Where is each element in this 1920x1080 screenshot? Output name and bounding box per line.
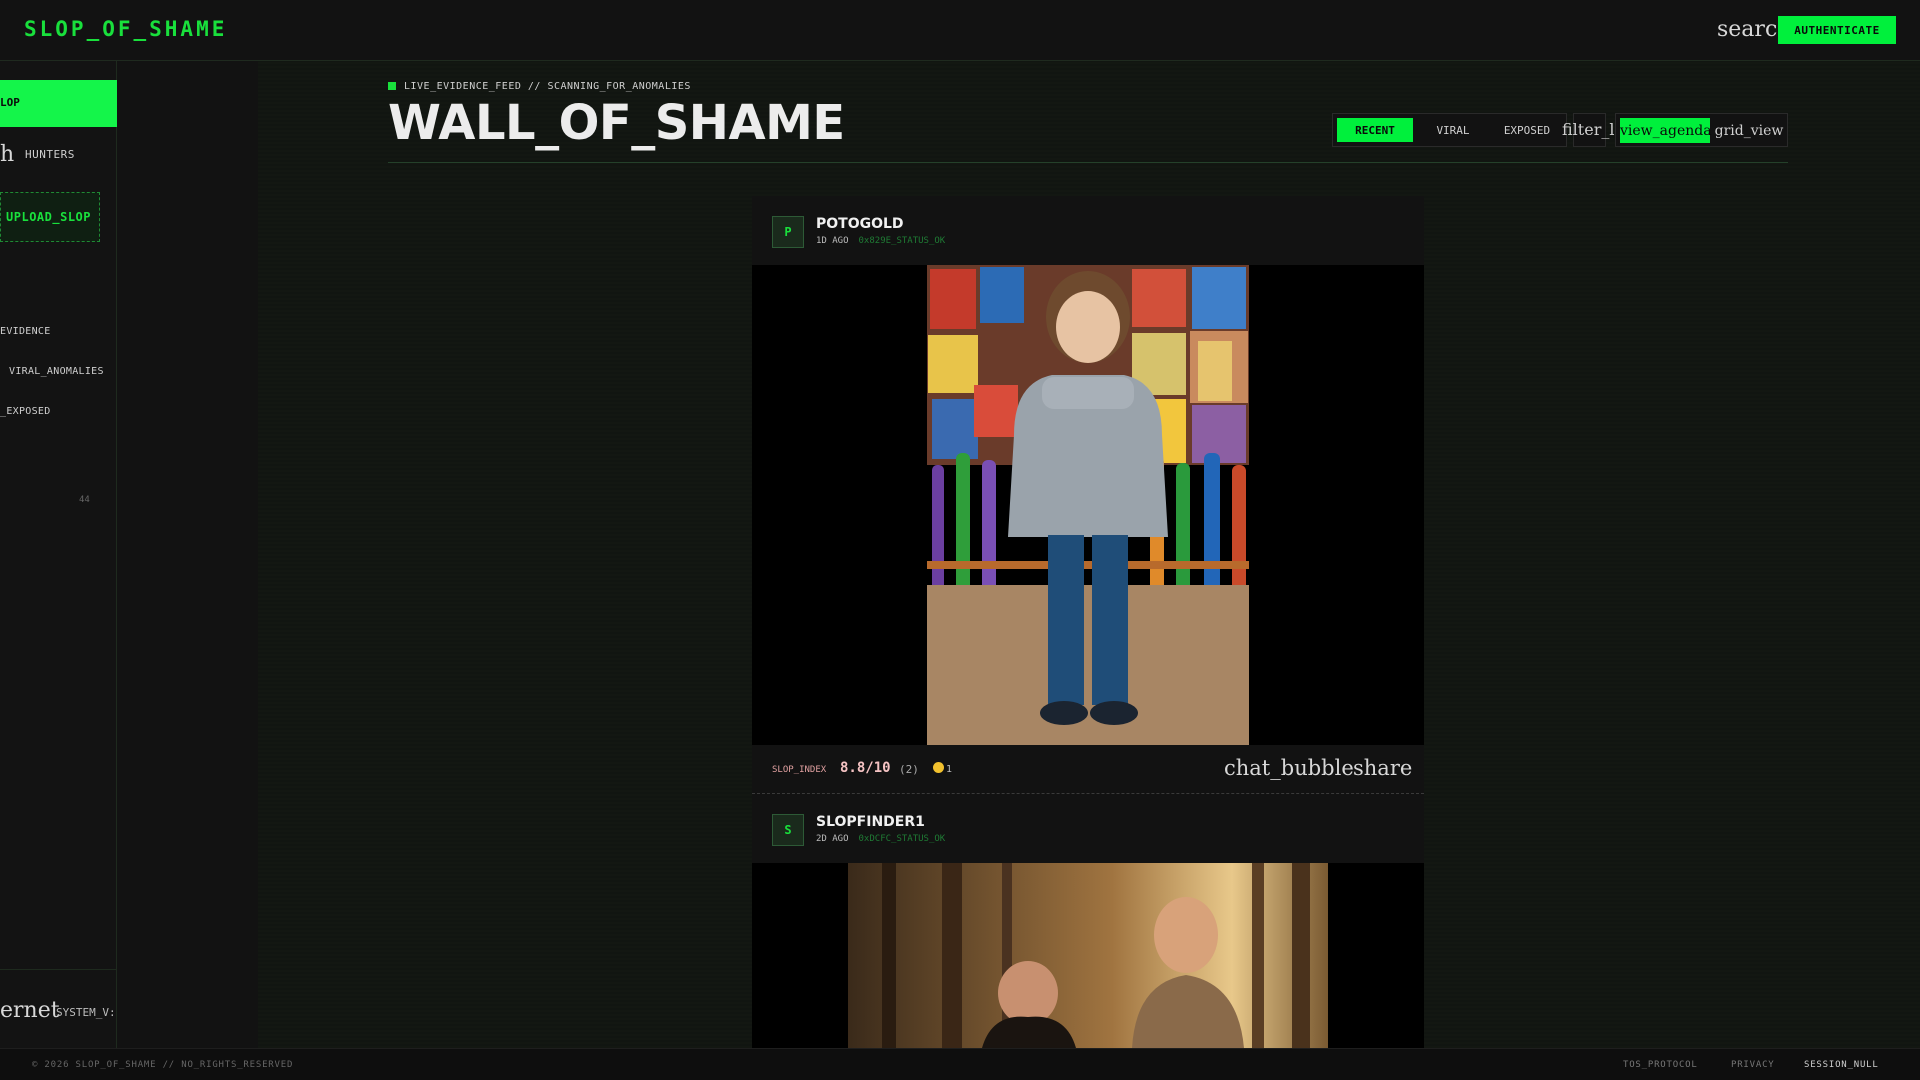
sidebar-system: ernet SYSTEM_V: [0,969,117,1048]
sidebar-link-exposed[interactable]: _EXPOSED [0,406,117,417]
footer-link-privacy[interactable]: PRIVACY [1731,1060,1775,1070]
sidebar-count: 44 [79,495,90,505]
footer-link-tos[interactable]: TOS_PROTOCOL [1623,1060,1698,1070]
tab-recent[interactable]: RECENT [1337,118,1413,142]
view-toggle: view_agenda grid_view [1615,113,1788,147]
internet-icon: ernet [0,998,60,1023]
coin-icon [933,762,944,773]
tab-exposed[interactable]: EXPOSED [1491,118,1563,142]
post-meta: 1D AGO 0x829E_STATUS_OK [816,236,945,246]
sidebar-link-evidence[interactable]: EVIDENCE [0,326,117,337]
slop-index-label: SLOP_INDEX [772,765,827,775]
filter-button[interactable]: filter_list [1562,113,1634,147]
hunters-icon: h [0,142,15,167]
post-image[interactable] [752,265,1424,745]
system-version: SYSTEM_V: [56,1006,116,1019]
chat-bubble-icon[interactable]: chat_bubble [1224,756,1354,780]
post-header: P POTOGOLD 1D AGO 0x829E_STATUS_OK [752,196,1424,265]
child-playground-image [752,265,1424,745]
copyright-text: © 2026 SLOP_OF_SHAME // NO_RIGHTS_RESERV… [32,1060,294,1070]
slop-index-value: 8.8/10 [840,760,891,776]
coin-award[interactable]: 1 [933,762,952,775]
sidebar-item-hunters[interactable]: h HUNTERS [0,140,117,168]
page-title: WALL_OF_SHAME [388,95,845,151]
post-card: S SLOPFINDER1 2D AGO 0xDCFC_STATUS_OK [752,794,1424,1048]
sidebar-item-active[interactable]: LOP [0,80,117,127]
post-username[interactable]: POTOGOLD [816,216,904,232]
post-meta: 2D AGO 0xDCFC_STATUS_OK [816,834,945,844]
sidebar-link-viral-anomalies[interactable]: VIRAL_ANOMALIES [9,366,126,377]
tab-viral[interactable]: VIRAL [1424,118,1482,142]
sidebar: LOP h HUNTERS UPLOAD_SLOP EVIDENCE VIRAL… [0,61,117,1048]
post-footer: SLOP_INDEX 8.8/10 (2) 1 chat_bubble shar… [752,745,1424,794]
post-hash: 0xDCFC_STATUS_OK [858,834,946,844]
footer-link-session[interactable]: SESSION_NULL [1804,1060,1879,1070]
post-header: S SLOPFINDER1 2D AGO 0xDCFC_STATUS_OK [752,794,1424,863]
authenticate-button[interactable]: AUTHENTICATE [1778,16,1896,44]
forest-men-image [752,863,1424,1048]
slop-vote-count: (2) [899,763,919,776]
content-gutter [117,61,258,1048]
share-icon[interactable]: share [1353,756,1412,780]
view-agenda-button[interactable]: view_agenda [1620,118,1712,143]
post-image[interactable] [752,863,1424,1048]
post-hash: 0x829E_STATUS_OK [858,236,946,246]
post-age: 2D AGO [816,834,849,844]
grid-view-button[interactable]: grid_view [1714,118,1784,143]
feed-tag-text: LIVE_EVIDENCE_FEED // SCANNING_FOR_ANOMA… [404,81,691,92]
sidebar-item-label: HUNTERS [25,148,75,161]
post-age: 1D AGO [816,236,849,246]
title-divider [388,162,1788,163]
avatar[interactable]: S [772,814,804,846]
top-bar: SLOP_OF_SHAME search AUTHENTICATE [0,0,1920,61]
avatar[interactable]: P [772,216,804,248]
post-card: P POTOGOLD 1D AGO 0x829E_STATUS_OK SLOP_… [752,196,1424,794]
live-feed-tag: LIVE_EVIDENCE_FEED // SCANNING_FOR_ANOMA… [388,81,691,92]
upload-slop-button[interactable]: UPLOAD_SLOP [0,192,100,242]
site-logo[interactable]: SLOP_OF_SHAME [24,17,227,41]
sort-tabs: RECENT VIRAL EXPOSED [1332,113,1567,147]
post-username[interactable]: SLOPFINDER1 [816,814,925,830]
footer: © 2026 SLOP_OF_SHAME // NO_RIGHTS_RESERV… [0,1048,1920,1080]
coin-count: 1 [946,764,953,775]
live-indicator-icon [388,82,396,90]
